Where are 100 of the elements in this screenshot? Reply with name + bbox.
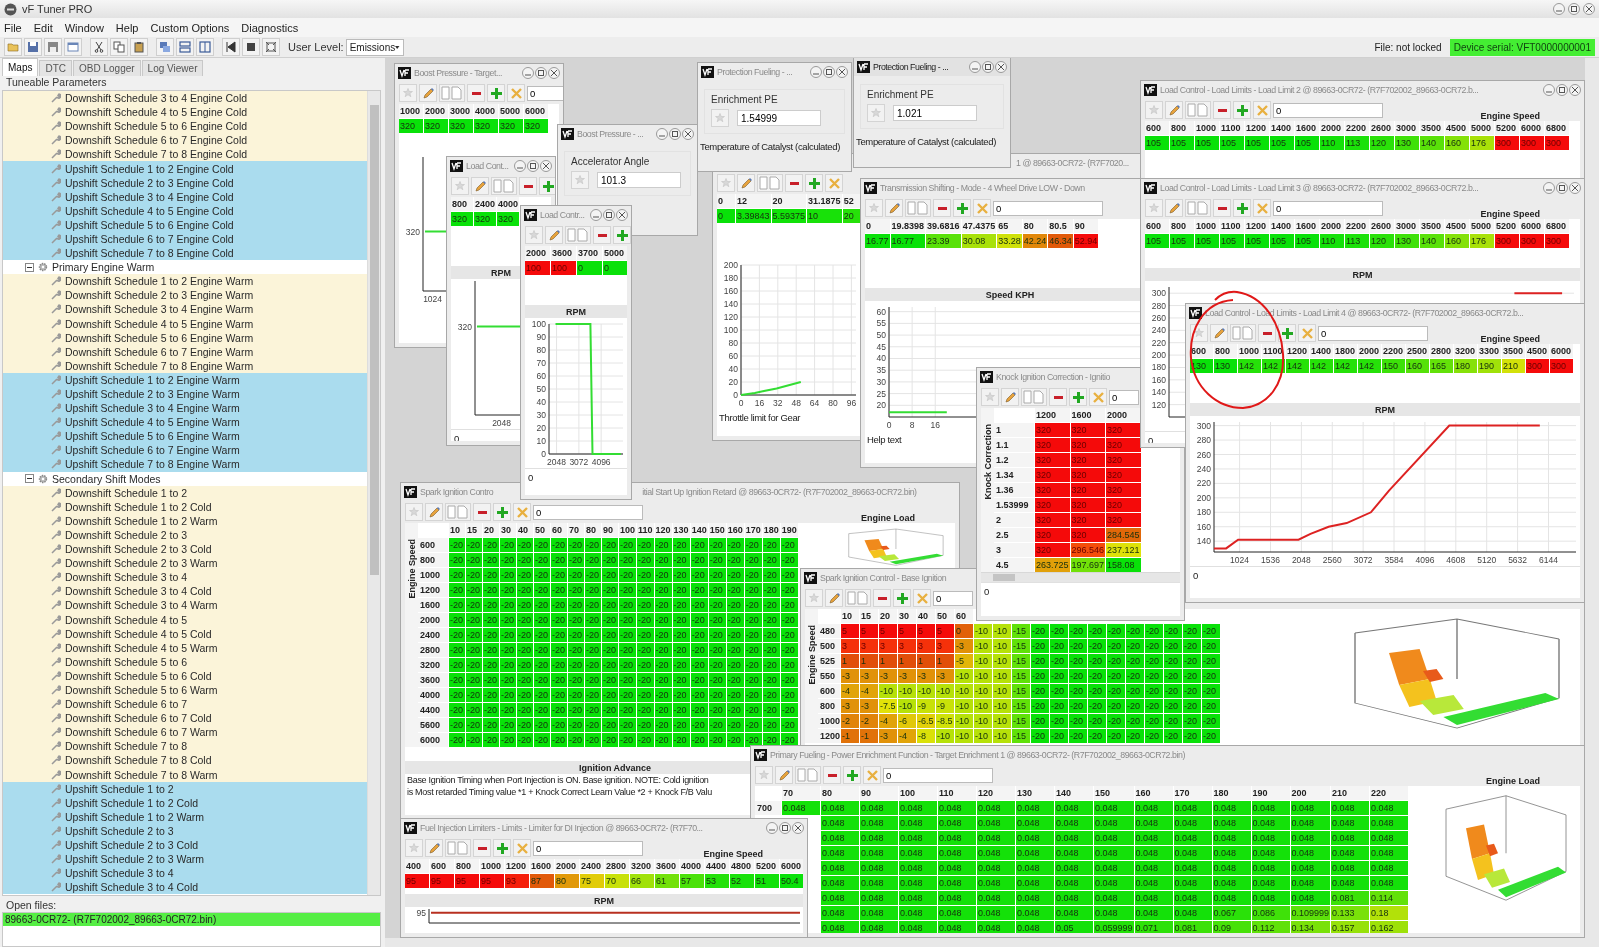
table-cell[interactable]: -20 — [672, 538, 690, 552]
table-cell[interactable]: -20 — [708, 553, 726, 567]
table-cell[interactable]: -20 — [500, 673, 516, 687]
table-cell[interactable]: -20 — [708, 628, 726, 642]
table-cell[interactable]: 0.048 — [899, 906, 937, 920]
table-cell[interactable]: 0.048 — [977, 801, 1015, 815]
table-cell[interactable]: -20 — [762, 598, 780, 612]
table-cell[interactable]: 197.697 — [1070, 558, 1106, 572]
table-cell[interactable]: 0.157 — [1331, 921, 1370, 933]
table-cell[interactable]: 0.048 — [1016, 921, 1054, 933]
table-cell[interactable]: -20 — [726, 673, 744, 687]
table-cell[interactable]: -20 — [780, 673, 798, 687]
table-cell[interactable]: -20 — [744, 568, 762, 582]
table-cell[interactable]: 320 — [474, 119, 498, 133]
increase-button[interactable] — [539, 177, 555, 195]
table-cell[interactable]: -3 — [860, 669, 878, 683]
table-cell[interactable]: 105 — [1270, 234, 1294, 248]
table-cell[interactable]: -3 — [879, 669, 897, 683]
increase-button[interactable] — [1069, 388, 1087, 406]
table-cell[interactable]: -20 — [762, 703, 780, 717]
value-field[interactable]: 0 — [1109, 389, 1139, 405]
table-cell[interactable]: 0 — [955, 624, 973, 638]
table-cell[interactable]: -20 — [1202, 654, 1220, 668]
edit-button[interactable] — [885, 199, 903, 217]
table-cell[interactable]: 70 — [605, 874, 629, 888]
table-cell[interactable]: 158.08 — [1106, 558, 1141, 572]
table-cell[interactable]: -20 — [726, 553, 744, 567]
table-cell[interactable]: -20 — [1107, 699, 1125, 713]
increase-button[interactable] — [1233, 101, 1251, 119]
table-cell[interactable]: -10 — [955, 729, 973, 743]
table-cell[interactable]: -20 — [762, 658, 780, 672]
table-cell[interactable]: -15 — [1012, 624, 1030, 638]
table-cell[interactable]: 0.048 — [938, 906, 976, 920]
table-cell[interactable]: 0.048 — [860, 861, 898, 875]
table-cell[interactable]: 0.05 — [1055, 921, 1093, 933]
table-cell[interactable]: -20 — [585, 628, 601, 642]
table-cell[interactable]: 20 — [842, 209, 861, 223]
table-cell[interactable]: -20 — [602, 553, 618, 567]
value-field[interactable]: 0 — [1273, 102, 1383, 118]
value-field[interactable]: 0 — [993, 200, 1103, 216]
table-cell[interactable]: -20 — [449, 598, 465, 612]
table-cell[interactable]: -20 — [637, 703, 654, 717]
table-cell[interactable]: 0.048 — [1212, 891, 1251, 905]
table-cell[interactable]: -20 — [762, 673, 780, 687]
table-cell[interactable]: 120 — [1370, 136, 1394, 150]
table-cell[interactable]: -20 — [1107, 729, 1125, 743]
table-cell[interactable]: -20 — [744, 613, 762, 627]
table-cell[interactable]: 42.24 — [1022, 234, 1048, 248]
table-cell[interactable]: -20 — [1145, 654, 1163, 668]
table-cell[interactable]: -9 — [917, 699, 935, 713]
table-cell[interactable]: -20 — [1145, 669, 1163, 683]
tree-item[interactable]: Downshift Schedule 2 to 3 Cold — [3, 542, 367, 557]
table-cell[interactable]: -20 — [1069, 714, 1087, 728]
table-cell[interactable]: 0.059999 — [1094, 921, 1134, 933]
increase-button[interactable] — [1278, 324, 1296, 342]
table-cell[interactable]: 105 — [1195, 234, 1219, 248]
table-cell[interactable]: -20 — [780, 628, 798, 642]
table-cell[interactable]: 0.048 — [977, 816, 1015, 830]
table-cell[interactable]: 0.048 — [1094, 846, 1134, 860]
table-cell[interactable]: -20 — [726, 703, 744, 717]
table-cell[interactable]: 0.048 — [938, 846, 976, 860]
table-cell[interactable]: 0.048 — [1212, 816, 1251, 830]
user-level-dropdown[interactable]: Emissions — [345, 38, 404, 56]
table-cell[interactable]: -20 — [517, 613, 533, 627]
table-cell[interactable]: -20 — [780, 598, 798, 612]
tree-item[interactable]: Downshift Schedule 3 to 4 Cold — [3, 584, 367, 599]
table-cell[interactable]: -20 — [762, 583, 780, 597]
tree-item[interactable]: Upshift Schedule 1 to 2 Engine Cold — [3, 161, 367, 176]
table-cell[interactable]: -20 — [672, 583, 690, 597]
table-cell[interactable]: -20 — [466, 583, 482, 597]
table-cell[interactable]: 0.048 — [1370, 816, 1409, 830]
table-cell[interactable]: 0.048 — [1055, 801, 1093, 815]
edit-button[interactable] — [425, 503, 443, 521]
table-cell[interactable]: 0.048 — [1290, 816, 1331, 830]
table-cell[interactable]: -20 — [483, 568, 499, 582]
table-cell[interactable]: -20 — [708, 538, 726, 552]
toolbar-button[interactable] — [222, 38, 240, 56]
table-cell[interactable]: -20 — [1050, 699, 1068, 713]
panel-tab[interactable]: DTC — [39, 60, 72, 76]
table-cell[interactable]: -20 — [654, 538, 672, 552]
clear-button[interactable] — [973, 199, 991, 217]
table-cell[interactable]: -10 — [879, 684, 897, 698]
table-cell[interactable]: -20 — [585, 718, 601, 732]
toolbar-button[interactable] — [242, 38, 260, 56]
table-cell[interactable]: -20 — [1183, 684, 1201, 698]
table-cell[interactable]: -20 — [500, 688, 516, 702]
increase-button[interactable] — [613, 226, 631, 244]
table-cell[interactable]: -3 — [955, 639, 973, 653]
tree-item[interactable]: Upshift Schedule 3 to 4 Engine Warm — [3, 401, 367, 416]
table-cell[interactable]: 0.048 — [1055, 891, 1093, 905]
table-cell[interactable]: -20 — [449, 583, 465, 597]
table-cell[interactable]: -20 — [690, 688, 708, 702]
table-cell[interactable]: 0.081 — [1331, 891, 1370, 905]
maximize-button[interactable] — [823, 66, 835, 78]
table-cell[interactable]: -20 — [708, 568, 726, 582]
table-cell[interactable]: -3 — [841, 669, 859, 683]
table-cell[interactable]: 0.048 — [1055, 846, 1093, 860]
table-cell[interactable]: -20 — [551, 673, 567, 687]
table-cell[interactable]: 105 — [1145, 234, 1169, 248]
tree-item[interactable]: Upshift Schedule 3 to 4 — [3, 866, 367, 881]
